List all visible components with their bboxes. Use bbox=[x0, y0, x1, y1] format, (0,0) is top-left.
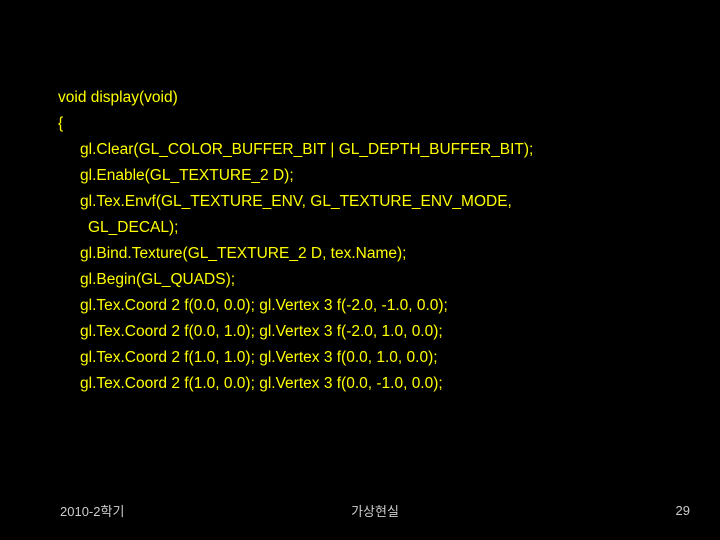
code-block: void display(void) { gl.Clear(GL_COLOR_B… bbox=[58, 85, 690, 397]
code-line: gl.Clear(GL_COLOR_BUFFER_BIT | GL_DEPTH_… bbox=[58, 137, 690, 163]
code-line: gl.Tex.Coord 2 f(1.0, 1.0); gl.Vertex 3 … bbox=[58, 345, 690, 371]
code-line: gl.Begin(GL_QUADS); bbox=[58, 267, 690, 293]
code-line: gl.Tex.Envf(GL_TEXTURE_ENV, GL_TEXTURE_E… bbox=[58, 189, 690, 215]
code-line: GL_DECAL); bbox=[58, 215, 690, 241]
code-line: gl.Bind.Texture(GL_TEXTURE_2 D, tex.Name… bbox=[58, 241, 690, 267]
code-line: void display(void) bbox=[58, 85, 690, 111]
code-line: gl.Tex.Coord 2 f(0.0, 0.0); gl.Vertex 3 … bbox=[58, 293, 690, 319]
code-line: { bbox=[58, 111, 690, 137]
footer: 2010-2학기 가상현실 29 bbox=[0, 501, 720, 520]
code-line: gl.Enable(GL_TEXTURE_2 D); bbox=[58, 163, 690, 189]
code-line: gl.Tex.Coord 2 f(0.0, 1.0); gl.Vertex 3 … bbox=[58, 319, 690, 345]
code-line: gl.Tex.Coord 2 f(1.0, 0.0); gl.Vertex 3 … bbox=[58, 371, 690, 397]
footer-title: 가상현실 bbox=[270, 501, 480, 520]
footer-semester: 2010-2학기 bbox=[60, 501, 270, 520]
page-number: 29 bbox=[480, 503, 690, 518]
